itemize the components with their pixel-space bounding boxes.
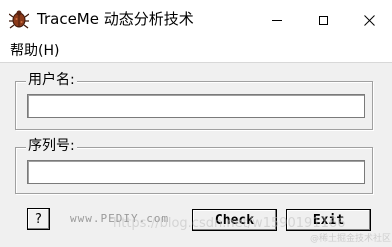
watermark-sub-text: @稀土掘金技术社区: [310, 234, 392, 244]
main-window: TraceMe 动态分析技术 帮助(H) 用户名: 序列号: ? www.PED…: [0, 0, 392, 247]
close-button[interactable]: [346, 0, 392, 40]
menu-bar: 帮助(H): [0, 40, 392, 62]
help-button[interactable]: ?: [27, 208, 50, 230]
username-input[interactable]: [27, 94, 365, 118]
minimize-button[interactable]: [254, 0, 300, 40]
title-bar[interactable]: TraceMe 动态分析技术: [0, 0, 392, 40]
maximize-icon: [318, 15, 328, 25]
close-icon: [363, 11, 375, 30]
username-group: 用户名:: [15, 71, 373, 130]
serial-input[interactable]: [27, 160, 365, 184]
minimize-icon: [272, 19, 282, 21]
watermark-text: https://blog.csdn.net/w1590191166: [113, 216, 346, 231]
bug-icon: [8, 9, 30, 29]
window-title: TraceMe 动态分析技术: [37, 10, 194, 28]
menu-item-help[interactable]: 帮助(H): [10, 42, 59, 60]
username-label: 用户名:: [26, 71, 77, 89]
serial-group: 序列号:: [15, 137, 373, 194]
serial-label: 序列号:: [26, 137, 77, 155]
menu-divider: [0, 62, 392, 63]
maximize-button[interactable]: [300, 0, 346, 40]
